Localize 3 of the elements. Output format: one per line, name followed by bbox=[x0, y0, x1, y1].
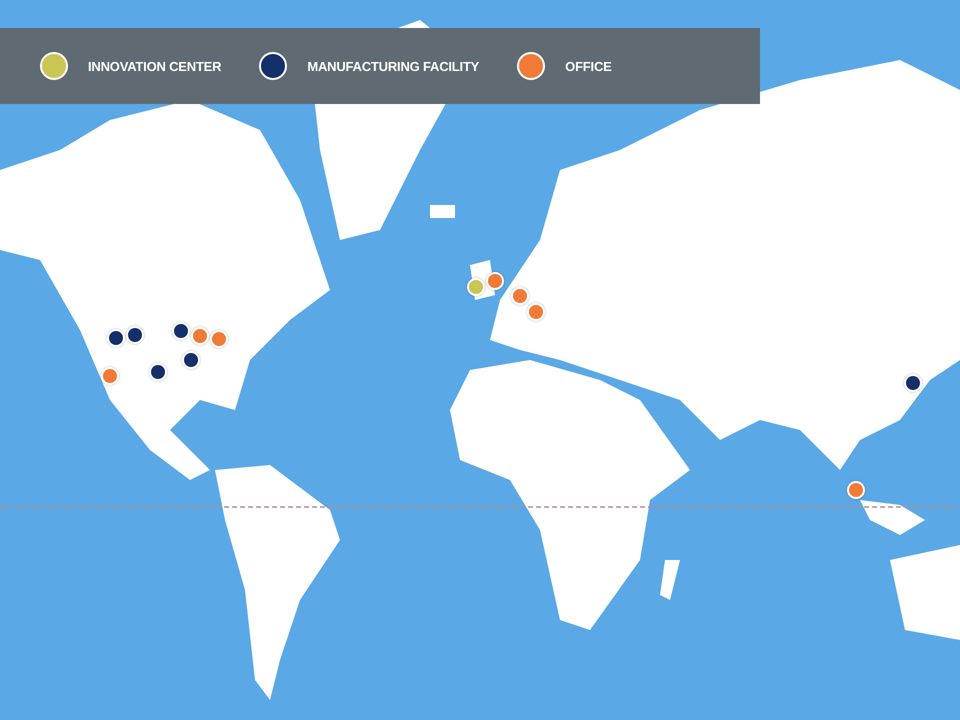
legend-label: OFFICE bbox=[565, 58, 612, 74]
legend-label: MANUFACTURING FACILITY bbox=[307, 58, 480, 74]
legend-label: INNOVATION CENTER bbox=[88, 58, 222, 74]
